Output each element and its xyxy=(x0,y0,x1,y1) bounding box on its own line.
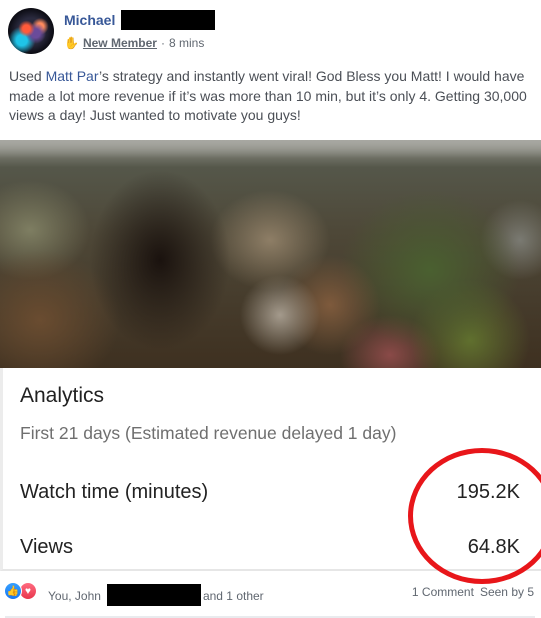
blurred-post-image[interactable] xyxy=(0,140,541,368)
comment-count[interactable]: 1 Comment xyxy=(412,585,474,599)
reactions-bar: 👍 ♥ You, John and 1 other 1 Comment Seen… xyxy=(0,578,541,608)
author-avatar[interactable] xyxy=(8,8,54,54)
post-text: Used Matt Par’s strategy and instantly w… xyxy=(9,67,539,126)
author-name-row: Michael xyxy=(64,10,216,30)
new-member-badge[interactable]: New Member xyxy=(83,36,157,50)
views-label: Views xyxy=(20,536,73,558)
redacted-reactor-name xyxy=(106,584,201,606)
post-header: Michael ✋ New Member · 8 mins xyxy=(0,0,541,62)
post-meta: ✋ New Member · 8 mins xyxy=(64,36,204,50)
watch-time-value: 195.2K xyxy=(456,481,520,503)
seen-by-count[interactable]: Seen by 5 xyxy=(480,585,534,599)
like-icon: 👍 xyxy=(4,582,22,600)
views-value: 64.8K xyxy=(467,536,520,558)
post-timestamp[interactable]: 8 mins xyxy=(169,36,204,50)
analytics-screenshot: Analytics First 21 days (Estimated reven… xyxy=(0,368,541,571)
post-text-start: Used xyxy=(9,68,46,84)
image-top-fade xyxy=(0,140,541,158)
analytics-title: Analytics xyxy=(20,384,105,407)
engagement-counts: 1 Comment Seen by 5 xyxy=(412,585,534,599)
analytics-subtitle: First 21 days (Estimated revenue delayed… xyxy=(20,423,397,443)
reactors-suffix: and 1 other xyxy=(202,589,264,603)
wave-hand-icon: ✋ xyxy=(64,36,79,50)
author-name[interactable]: Michael xyxy=(64,12,115,28)
redacted-last-name xyxy=(121,10,216,30)
watch-time-label: Watch time (minutes) xyxy=(20,481,209,503)
reaction-icons[interactable]: 👍 ♥ xyxy=(4,582,37,600)
reactors-list[interactable]: You, John and 1 other xyxy=(48,584,264,607)
mention-link[interactable]: Matt Par xyxy=(46,68,99,84)
meta-separator: · xyxy=(160,36,165,50)
reactors-prefix: You, John xyxy=(48,589,101,603)
